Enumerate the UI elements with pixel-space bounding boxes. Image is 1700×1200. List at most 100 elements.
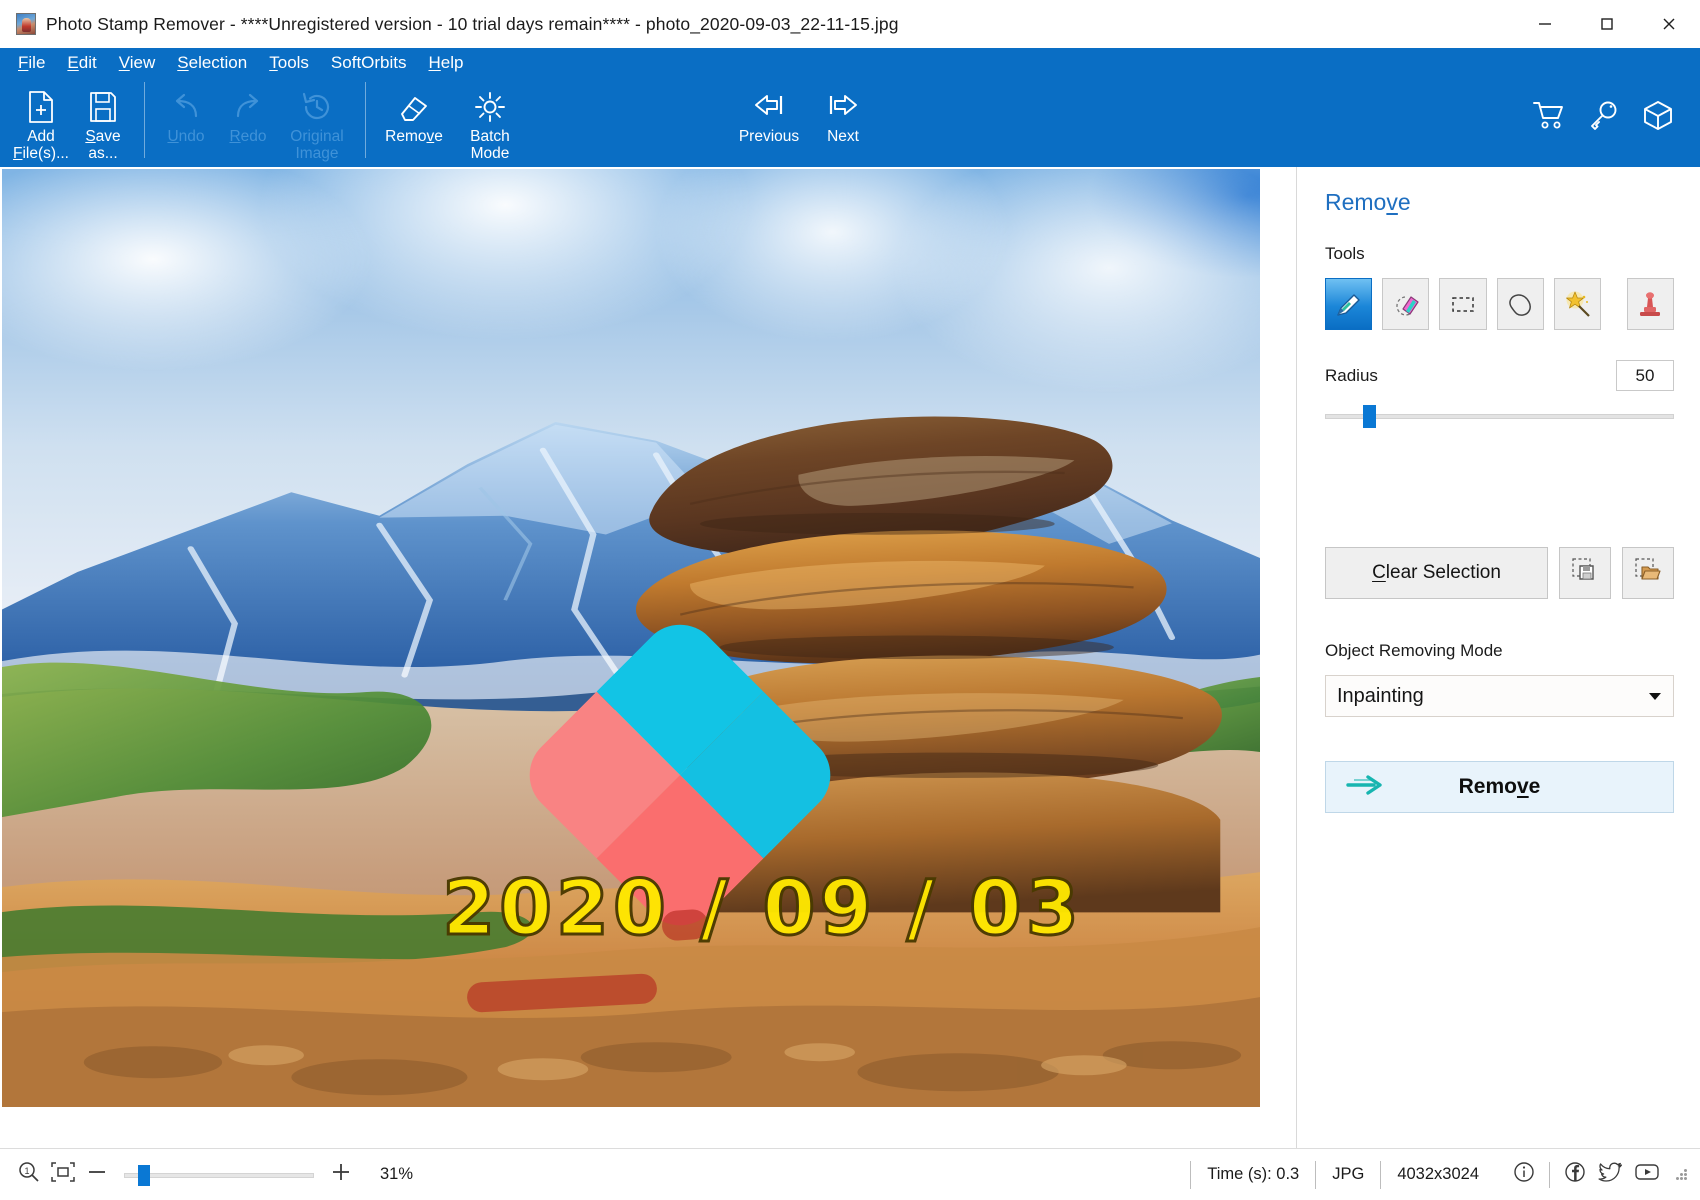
shopping-cart-icon[interactable] bbox=[1532, 100, 1566, 135]
main-area: 2020 / 09 / 03 Remove Tools bbox=[0, 167, 1700, 1148]
next-button[interactable]: Next bbox=[809, 78, 877, 145]
add-files-label-2: File(s)... bbox=[13, 146, 69, 162]
add-files-button[interactable]: Add File(s)... bbox=[10, 78, 72, 163]
minimize-button[interactable] bbox=[1514, 0, 1576, 48]
facebook-icon bbox=[1563, 1160, 1587, 1189]
clear-selection-button[interactable]: Clear Selection bbox=[1325, 547, 1548, 599]
toolbar-divider-1 bbox=[144, 82, 145, 158]
app-logo-icon bbox=[16, 13, 36, 35]
save-icon bbox=[88, 86, 118, 128]
fit-to-window-button[interactable] bbox=[46, 1161, 80, 1188]
close-button[interactable] bbox=[1638, 0, 1700, 48]
photo-image[interactable]: 2020 / 09 / 03 bbox=[2, 169, 1260, 1107]
minus-icon bbox=[85, 1160, 109, 1189]
marker-pen-icon bbox=[1334, 289, 1364, 319]
window-title: Photo Stamp Remover - ****Unregistered v… bbox=[46, 14, 899, 35]
tools-label: Tools bbox=[1325, 244, 1674, 264]
key-icon[interactable] bbox=[1588, 100, 1620, 135]
radius-slider-thumb[interactable] bbox=[1363, 405, 1376, 428]
radius-row: Radius 50 bbox=[1325, 360, 1674, 391]
info-button[interactable] bbox=[1507, 1160, 1541, 1190]
previous-button[interactable]: Previous bbox=[735, 78, 803, 145]
youtube-button[interactable] bbox=[1630, 1160, 1664, 1190]
menu-help[interactable]: Help bbox=[429, 53, 464, 73]
ribbon-toolbar: FFileile Edit View Selection Tools SoftO… bbox=[0, 48, 1700, 167]
application-window: Photo Stamp Remover - ****Unregistered v… bbox=[0, 0, 1700, 1200]
save-selection-icon bbox=[1571, 557, 1599, 590]
package-box-icon[interactable] bbox=[1642, 100, 1674, 135]
radius-value-input[interactable]: 50 bbox=[1616, 360, 1674, 391]
redo-arrow-icon bbox=[231, 86, 265, 128]
object-removing-mode-select[interactable]: Inpainting bbox=[1325, 675, 1674, 717]
eraser-icon bbox=[397, 86, 431, 128]
zoom-in-button[interactable] bbox=[324, 1160, 358, 1189]
remove-toolbar-button[interactable]: Remove bbox=[376, 78, 452, 145]
original-image-button[interactable]: Original Image bbox=[279, 78, 355, 163]
arrow-right-bar-icon bbox=[825, 86, 861, 128]
batch-mode-button[interactable]: Batch Mode bbox=[452, 78, 528, 163]
status-social-icons bbox=[1507, 1160, 1664, 1190]
panel-title: Remove bbox=[1325, 189, 1674, 216]
processing-time-label: Time (s): 0.3 bbox=[1190, 1161, 1315, 1189]
radius-slider-track bbox=[1325, 414, 1674, 419]
save-selection-button[interactable] bbox=[1559, 547, 1611, 599]
twitter-icon bbox=[1598, 1160, 1624, 1189]
rectangle-select-tool-button[interactable] bbox=[1439, 278, 1486, 330]
add-file-icon bbox=[26, 86, 56, 128]
magic-wand-tool-button[interactable] bbox=[1554, 278, 1601, 330]
menu-file[interactable]: FFileile bbox=[18, 53, 45, 73]
menu-selection[interactable]: Selection bbox=[177, 53, 247, 73]
undo-button[interactable]: Undo bbox=[155, 78, 217, 145]
radius-label: Radius bbox=[1325, 366, 1378, 386]
load-selection-icon bbox=[1634, 557, 1662, 590]
menu-softorbits[interactable]: SoftOrbits bbox=[331, 53, 407, 73]
eraser-tool-button[interactable] bbox=[1382, 278, 1429, 330]
twitter-button[interactable] bbox=[1594, 1160, 1628, 1190]
undo-arrow-icon bbox=[169, 86, 203, 128]
zoom-slider-thumb[interactable] bbox=[138, 1165, 150, 1186]
undo-label: Undo bbox=[167, 129, 204, 145]
object-removing-mode-value: Inpainting bbox=[1337, 685, 1424, 708]
image-canvas[interactable]: 2020 / 09 / 03 bbox=[0, 167, 1296, 1148]
original-image-label-1: Original bbox=[290, 129, 343, 145]
resize-grip[interactable] bbox=[1674, 1167, 1690, 1183]
watermark-date-text: 2020 / 09 / 03 bbox=[442, 863, 1082, 952]
lasso-select-tool-button[interactable] bbox=[1497, 278, 1544, 330]
history-clock-icon bbox=[300, 86, 334, 128]
previous-label: Previous bbox=[739, 129, 799, 145]
zoom-slider[interactable] bbox=[124, 1165, 314, 1185]
maximize-button[interactable] bbox=[1576, 0, 1638, 48]
menu-tools[interactable]: Tools bbox=[269, 53, 309, 73]
remove-action-button[interactable]: Remove bbox=[1325, 761, 1674, 813]
eraser-icon bbox=[1391, 289, 1421, 319]
lasso-icon bbox=[1505, 289, 1535, 319]
redo-button[interactable]: Redo bbox=[217, 78, 279, 145]
menu-view[interactable]: View bbox=[119, 53, 156, 73]
remove-toolbar-label: Remove bbox=[385, 129, 443, 145]
toolbar-divider-2 bbox=[365, 82, 366, 158]
gear-icon bbox=[473, 86, 507, 128]
add-files-label-1: Add bbox=[27, 129, 55, 145]
zoom-slider-track bbox=[124, 1173, 314, 1178]
zoom-percent-label: 31% bbox=[380, 1165, 438, 1184]
image-dimensions-label: 4032x3024 bbox=[1380, 1161, 1495, 1189]
stamp-tool-button[interactable] bbox=[1627, 278, 1674, 330]
file-format-label: JPG bbox=[1315, 1161, 1380, 1189]
radius-slider[interactable] bbox=[1325, 405, 1674, 427]
original-image-label-2: Image bbox=[295, 146, 338, 162]
selection-actions-row: Clear Selection bbox=[1325, 547, 1674, 599]
menu-bar: FFileile Edit View Selection Tools SoftO… bbox=[0, 48, 1700, 78]
facebook-button[interactable] bbox=[1558, 1160, 1592, 1190]
batch-mode-label-1: Batch bbox=[470, 129, 510, 145]
menu-edit[interactable]: Edit bbox=[67, 53, 96, 73]
zoom-out-button[interactable] bbox=[80, 1160, 114, 1189]
object-removing-mode-label: Object Removing Mode bbox=[1325, 641, 1674, 661]
load-selection-button[interactable] bbox=[1622, 547, 1674, 599]
fit-to-window-icon bbox=[50, 1161, 76, 1188]
save-as-button[interactable]: Save as... bbox=[72, 78, 134, 163]
status-bar: 1 bbox=[0, 1148, 1700, 1200]
magic-wand-icon bbox=[1562, 289, 1592, 319]
arrow-left-bar-icon bbox=[751, 86, 787, 128]
marker-tool-button[interactable] bbox=[1325, 278, 1372, 330]
zoom-1to1-button[interactable]: 1 bbox=[12, 1160, 46, 1189]
